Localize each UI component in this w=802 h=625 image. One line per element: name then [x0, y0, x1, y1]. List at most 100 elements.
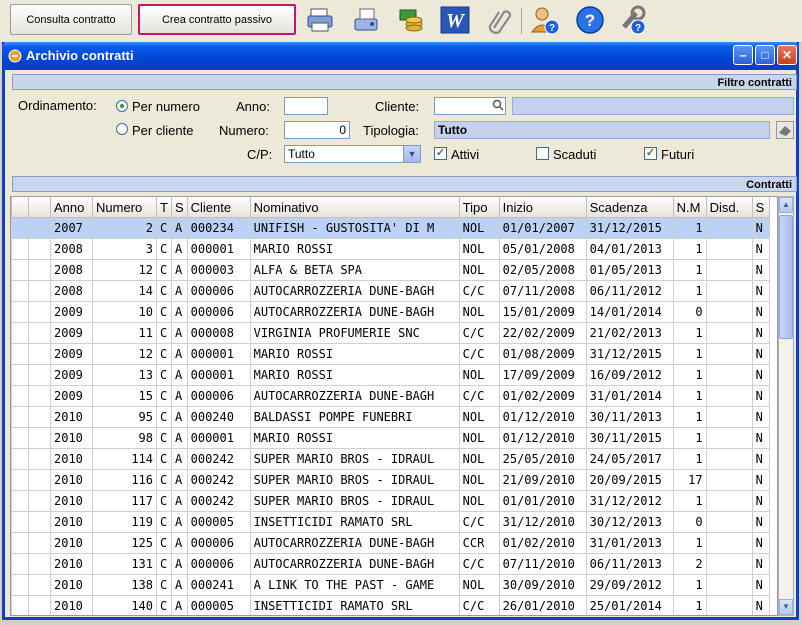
- table-row[interactable]: 2009 15 C A 000006 AUTOCARROZZERIA DUNE-BAGH C…: [11, 385, 770, 407]
- table-row[interactable]: 2010 95 C A 000240 BALDASSI POMPE FUNEBRI NOL 0…: [11, 406, 770, 428]
- table-row[interactable]: 2010 116 C A 000242 SUPER MARIO BROS - IDRAUL…: [11, 469, 770, 491]
- money-icon[interactable]: [396, 5, 426, 35]
- cliente-code-input[interactable]: [434, 97, 506, 115]
- table-row[interactable]: 2009 12 C A 000001 MARIO ROSSI C/C 01/08/2009 31…: [11, 343, 770, 365]
- scaduti-checkbox[interactable]: [536, 147, 549, 160]
- column-header-nominativo[interactable]: Nominativo: [249, 197, 460, 218]
- table-row[interactable]: 2010 117 C A 000242 SUPER MARIO BROS - IDRAUL…: [11, 490, 770, 512]
- cp-select[interactable]: Tutto ▼: [284, 145, 421, 163]
- row-indicator: [11, 322, 29, 344]
- table-row[interactable]: 2009 11 C A 000008 VIRGINIA PROFUMERIE SNC C/C…: [11, 322, 770, 344]
- scroll-up-button[interactable]: ▲: [779, 197, 793, 213]
- cell-nm: 17: [672, 469, 707, 491]
- anno-input[interactable]: [284, 97, 328, 115]
- main-toolbar: Consulta contratto Crea contratto passiv…: [0, 0, 802, 43]
- row-indicator-2: [28, 217, 51, 239]
- column-header-disd[interactable]: Disd.: [705, 197, 753, 218]
- column-header-inizio[interactable]: Inizio: [498, 197, 587, 218]
- row-indicator: [11, 385, 29, 407]
- crea-contratto-passivo-button[interactable]: Crea contratto passivo: [138, 4, 296, 35]
- per-numero-label[interactable]: Per numero: [132, 99, 200, 114]
- settings-help-icon[interactable]: ?: [618, 5, 648, 35]
- per-cliente-radio[interactable]: [116, 123, 128, 135]
- column-header-nm[interactable]: N.M: [672, 197, 707, 218]
- cell-cliente: 000005: [186, 511, 251, 533]
- help-icon[interactable]: ?: [575, 5, 605, 35]
- table-row[interactable]: 2010 138 C A 000241 A LINK TO THE PAST - GAME…: [11, 574, 770, 596]
- table-row[interactable]: 2010 140 C A 000005 INSETTICIDI RAMATO SRL C/C…: [11, 595, 770, 615]
- column-header-s[interactable]: S: [170, 197, 188, 218]
- futuri-checkbox[interactable]: ✓: [644, 147, 657, 160]
- column-header-anno[interactable]: Anno: [50, 197, 93, 218]
- table-row[interactable]: 2010 125 C A 000006 AUTOCARROZZERIA DUNE-BAGH…: [11, 532, 770, 554]
- cell-anno: 2009: [50, 364, 93, 386]
- cell-t: C: [156, 553, 172, 575]
- cell-nominativo: MARIO ROSSI: [249, 343, 460, 365]
- printer-icon[interactable]: [305, 5, 335, 35]
- cell-inizio: 01/02/2010: [498, 532, 587, 554]
- column-header-s2[interactable]: S: [751, 197, 770, 218]
- cell-numero: 114: [92, 448, 157, 470]
- column-header-scadenza[interactable]: Scadenza: [585, 197, 674, 218]
- user-help-icon[interactable]: ?: [530, 5, 560, 35]
- row-indicator-2: [28, 574, 51, 596]
- cell-scadenza: 31/01/2013: [585, 532, 674, 554]
- contratti-table: Anno Numero T S Cliente Nominativo Tipo Inizio S…: [10, 196, 778, 616]
- table-row[interactable]: 2009 10 C A 000006 AUTOCARROZZERIA DUNE-BAGH N…: [11, 301, 770, 323]
- cell-nominativo: MARIO ROSSI: [249, 364, 460, 386]
- cell-inizio: 25/05/2010: [498, 448, 587, 470]
- svg-text:?: ?: [549, 23, 555, 34]
- attivi-label[interactable]: Attivi: [451, 147, 479, 162]
- cell-cliente: 000006: [186, 385, 251, 407]
- table-row[interactable]: 2010 98 C A 000001 MARIO ROSSI NOL 01/12/2010 30…: [11, 427, 770, 449]
- table-vertical-scrollbar[interactable]: ▲ ▼: [778, 196, 794, 616]
- tipologia-lookup-button[interactable]: [776, 121, 794, 139]
- table-row[interactable]: 2010 131 C A 000006 AUTOCARROZZERIA DUNE-BAGH…: [11, 553, 770, 575]
- cell-numero: 14: [92, 280, 157, 302]
- attivi-checkbox[interactable]: ✓: [434, 147, 447, 160]
- window-titlebar[interactable]: Archivio contratti ‒ □ ✕: [2, 42, 799, 70]
- table-row[interactable]: 2010 119 C A 000005 INSETTICIDI RAMATO SRL C/C…: [11, 511, 770, 533]
- cell-numero: 10: [92, 301, 157, 323]
- per-cliente-label[interactable]: Per cliente: [132, 123, 193, 138]
- table-row[interactable]: 2010 114 C A 000242 SUPER MARIO BROS - IDRAUL…: [11, 448, 770, 470]
- cell-tipo: NOL: [458, 448, 500, 470]
- scaduti-label[interactable]: Scaduti: [553, 147, 596, 162]
- word-icon[interactable]: W: [440, 5, 470, 35]
- close-button[interactable]: ✕: [777, 45, 797, 65]
- cell-scadenza: 30/12/2013: [585, 511, 674, 533]
- cell-anno: 2010: [50, 490, 93, 512]
- paperclip-icon[interactable]: [484, 5, 514, 35]
- column-header-t[interactable]: T: [156, 197, 172, 218]
- cell-s2: N: [751, 469, 770, 491]
- column-header-numero[interactable]: Numero: [92, 197, 157, 218]
- table-row[interactable]: 2008 3 C A 000001 MARIO ROSSI NOL 05/01/2008 04/…: [11, 238, 770, 260]
- table-row[interactable]: 2008 14 C A 000006 AUTOCARROZZERIA DUNE-BAGH C…: [11, 280, 770, 302]
- per-numero-radio[interactable]: [116, 100, 128, 112]
- fax-icon[interactable]: [351, 5, 381, 35]
- search-icon[interactable]: [492, 99, 504, 114]
- table-row[interactable]: 2007 2 C A 000234 UNIFISH - GUSTOSITA' DI M NO…: [11, 217, 770, 239]
- column-header-tipo[interactable]: Tipo: [458, 197, 500, 218]
- table-row[interactable]: 2009 13 C A 000001 MARIO ROSSI NOL 17/09/2009 16…: [11, 364, 770, 386]
- row-indicator: [11, 469, 29, 491]
- row-indicator-2: [28, 595, 51, 615]
- consulta-contratto-button[interactable]: Consulta contratto: [10, 4, 132, 35]
- minimize-button[interactable]: ‒: [733, 45, 753, 65]
- cell-scadenza: 16/09/2012: [585, 364, 674, 386]
- cell-cliente: 000242: [186, 448, 251, 470]
- maximize-button[interactable]: □: [755, 45, 775, 65]
- cp-select-value: Tutto: [288, 147, 315, 161]
- cell-nm: 1: [672, 490, 707, 512]
- scroll-down-button[interactable]: ▼: [779, 599, 793, 615]
- cell-cliente: 000001: [186, 364, 251, 386]
- chevron-down-icon[interactable]: ▼: [403, 146, 420, 162]
- futuri-label[interactable]: Futuri: [661, 147, 694, 162]
- cell-s2: N: [751, 511, 770, 533]
- cell-inizio: 21/09/2010: [498, 469, 587, 491]
- column-header-cliente[interactable]: Cliente: [186, 197, 251, 218]
- row-indicator-2: [28, 280, 51, 302]
- table-row[interactable]: 2008 12 C A 000003 ALFA & BETA SPA NOL 02/05/20…: [11, 259, 770, 281]
- numero-input[interactable]: 0: [284, 121, 350, 139]
- scroll-thumb[interactable]: [779, 215, 793, 339]
